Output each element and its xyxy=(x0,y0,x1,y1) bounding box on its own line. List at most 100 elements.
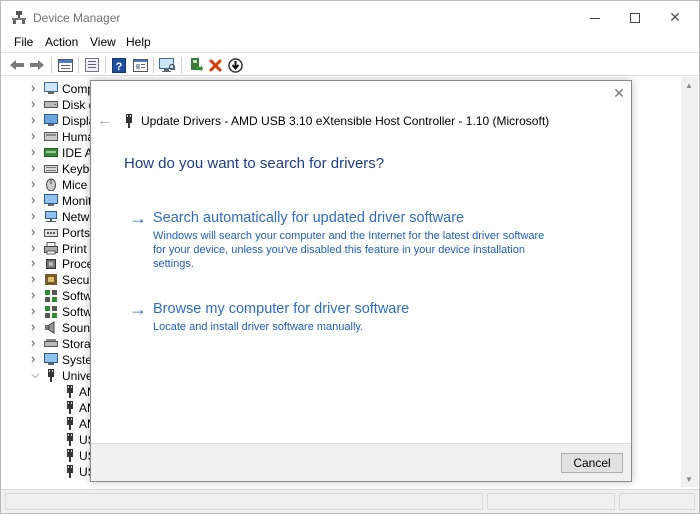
monitor-scan-icon xyxy=(158,57,175,72)
menu-action[interactable]: Action xyxy=(45,35,78,49)
keyboard-icon xyxy=(44,164,58,173)
option-description: Windows will search your computer and th… xyxy=(153,230,545,270)
arrow-right-icon: → xyxy=(129,208,147,228)
show-hidden-button[interactable] xyxy=(83,56,101,74)
close-icon: ✕ xyxy=(613,85,625,101)
minimize-icon xyxy=(590,17,600,19)
uninstall-icon xyxy=(209,59,221,71)
chevron-right-icon[interactable]: › xyxy=(31,129,41,142)
usb-icon xyxy=(67,401,73,414)
dialog-title: Update Drivers - AMD USB 3.10 eXtensible… xyxy=(141,114,550,128)
show-hidden-icon xyxy=(85,58,99,72)
menu-help[interactable]: Help xyxy=(126,35,151,49)
status-bar xyxy=(1,489,699,513)
security-icon xyxy=(45,274,57,286)
chevron-right-icon[interactable]: › xyxy=(31,272,41,285)
chevron-right-icon[interactable]: › xyxy=(31,336,41,349)
menu-file[interactable]: File xyxy=(14,35,33,49)
chevron-right-icon[interactable]: › xyxy=(31,209,41,222)
chevron-down-icon[interactable]: ⌵ xyxy=(31,370,41,381)
forward-button[interactable] xyxy=(28,56,46,74)
port-icon xyxy=(44,228,58,237)
browse-computer-option[interactable]: → Browse my computer for driver software… xyxy=(129,300,569,336)
device-manager-app-icon xyxy=(12,11,26,24)
chevron-right-icon[interactable]: › xyxy=(31,113,41,126)
chevron-right-icon[interactable]: › xyxy=(31,288,41,301)
chevron-right-icon[interactable]: › xyxy=(31,256,41,269)
update-drivers-dialog: ✕ ← Update Drivers - AMD USB 3.10 eXtens… xyxy=(90,80,632,482)
minimize-button[interactable] xyxy=(573,1,617,33)
usb-icon xyxy=(67,448,73,462)
maximize-icon xyxy=(630,13,640,24)
properties-icon xyxy=(57,58,73,72)
toolbar-separator xyxy=(78,57,79,73)
help-button[interactable]: ? xyxy=(110,56,128,74)
uninstall-device-button[interactable] xyxy=(206,56,224,74)
chevron-right-icon[interactable]: › xyxy=(31,225,41,238)
title-bar: Device Manager ✕ xyxy=(1,1,699,33)
svg-text:?: ? xyxy=(116,61,123,73)
back-button[interactable] xyxy=(8,56,26,74)
back-arrow-icon: ← xyxy=(97,112,112,129)
disk-icon xyxy=(44,100,58,108)
storage-icon xyxy=(44,339,58,348)
software-icon xyxy=(45,306,57,319)
software-icon xyxy=(45,290,57,303)
chevron-right-icon[interactable]: › xyxy=(31,81,41,94)
close-window-button[interactable]: ✕ xyxy=(653,1,697,33)
scroll-up-icon[interactable]: ▲ xyxy=(685,81,693,90)
enable-device-button[interactable] xyxy=(187,56,205,74)
option-title[interactable]: Search automatically for updated driver … xyxy=(153,210,464,226)
usb-icon xyxy=(67,432,73,446)
chevron-right-icon[interactable]: › xyxy=(31,193,41,206)
menu-bar: File Action View Help xyxy=(1,34,699,52)
view-icon xyxy=(132,58,148,72)
view-button[interactable] xyxy=(131,56,149,74)
window-title: Device Manager xyxy=(33,11,121,25)
printer-icon xyxy=(44,241,58,254)
status-pane xyxy=(5,493,483,510)
system-icon xyxy=(44,353,58,366)
back-icon xyxy=(10,60,24,70)
ide-icon xyxy=(44,147,58,157)
menu-view[interactable]: View xyxy=(90,35,116,49)
monitor-icon xyxy=(44,193,58,206)
chevron-right-icon[interactable]: › xyxy=(31,304,41,317)
vertical-scrollbar[interactable]: ▲ ▼ xyxy=(681,77,698,487)
help-icon: ? xyxy=(112,57,126,73)
chevron-right-icon[interactable]: › xyxy=(31,352,41,365)
scroll-down-icon[interactable]: ▼ xyxy=(685,475,693,484)
update-driver-button[interactable] xyxy=(226,56,244,74)
usb-device-icon xyxy=(126,114,132,128)
chevron-right-icon[interactable]: › xyxy=(31,241,41,254)
dialog-close-button[interactable]: ✕ xyxy=(611,85,627,101)
usb-icon xyxy=(67,464,73,478)
mouse-icon xyxy=(46,178,56,191)
update-driver-icon xyxy=(227,57,243,73)
hid-icon xyxy=(44,131,58,141)
chevron-right-icon[interactable]: › xyxy=(31,97,41,110)
arrow-right-icon: → xyxy=(129,299,147,319)
tree-item-label: Monit xyxy=(62,193,92,208)
status-pane xyxy=(487,493,615,510)
chevron-right-icon[interactable]: › xyxy=(31,161,41,174)
properties-button[interactable] xyxy=(56,56,74,74)
dialog-footer: Cancel xyxy=(91,443,631,481)
toolbar-separator xyxy=(153,57,154,73)
cancel-button[interactable]: Cancel xyxy=(561,453,623,473)
search-automatically-option[interactable]: → Search automatically for updated drive… xyxy=(129,209,569,271)
scan-hardware-button[interactable] xyxy=(158,56,176,74)
forward-icon xyxy=(30,60,44,70)
computer-icon xyxy=(44,82,58,94)
usb-icon xyxy=(67,416,73,430)
toolbar-separator xyxy=(105,57,106,73)
maximize-button[interactable] xyxy=(613,1,657,33)
dialog-back-button[interactable]: ← xyxy=(97,112,112,129)
option-title[interactable]: Browse my computer for driver software xyxy=(153,301,409,317)
enable-device-icon xyxy=(191,57,203,72)
chevron-right-icon[interactable]: › xyxy=(31,320,41,333)
chevron-right-icon[interactable]: › xyxy=(31,145,41,158)
usb-icon xyxy=(48,369,54,383)
network-icon xyxy=(45,210,57,222)
chevron-right-icon[interactable]: › xyxy=(31,177,41,190)
